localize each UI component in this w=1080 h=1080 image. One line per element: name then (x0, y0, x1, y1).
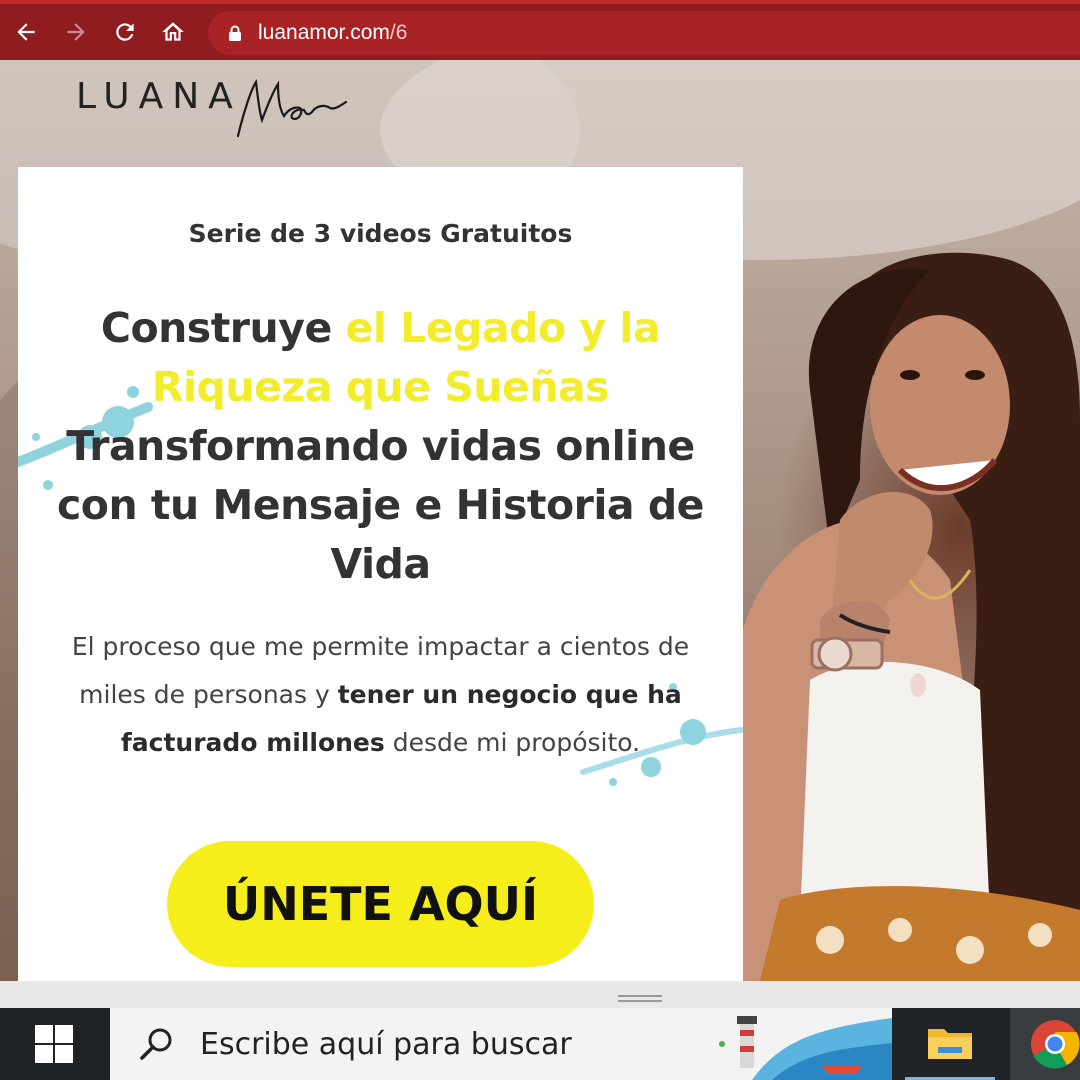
woman-photo (740, 252, 1080, 981)
arrow-left-icon (17, 23, 35, 41)
body-tail: desde mi propósito. (384, 728, 641, 757)
window-resize-strip (0, 981, 1080, 1008)
hero-card: Serie de 3 videos Gratuitos Construye el… (18, 167, 743, 981)
home-icon (162, 22, 184, 41)
url-path: /6 (389, 21, 408, 44)
body-text: El proceso que me permite impactar a cie… (58, 623, 703, 767)
start-button[interactable] (0, 1008, 108, 1080)
forward-button[interactable] (56, 12, 96, 52)
taskbar-chrome[interactable] (1010, 1008, 1080, 1080)
headline: Construye el Legado y la Riqueza que Sue… (38, 299, 723, 594)
site-logo[interactable]: LUANA (76, 70, 354, 140)
join-button[interactable]: ÚNETE AQUÍ (167, 841, 594, 967)
lock-icon (229, 25, 241, 41)
taskbar: Escribe aquí para buscar (0, 1008, 1080, 1080)
home-button[interactable] (153, 12, 193, 52)
file-explorer-icon (928, 1028, 972, 1059)
search-placeholder: Escribe aquí para buscar (200, 1026, 572, 1062)
landing-page: LUANA Serie de 3 videos Gratuitos Constr… (0, 60, 1080, 981)
taskbar-search-box[interactable]: Escribe aquí para buscar (110, 1008, 712, 1080)
search-highlight-illustration[interactable] (712, 1008, 892, 1080)
search-icon (140, 1028, 172, 1060)
windows-logo-icon (35, 1025, 73, 1063)
taskbar-file-explorer[interactable] (905, 1008, 995, 1080)
arrow-right-icon (67, 23, 85, 41)
series-kicker: Serie de 3 videos Gratuitos (188, 219, 573, 248)
back-button[interactable] (6, 12, 46, 52)
reload-button[interactable] (105, 12, 145, 52)
resize-grip-icon[interactable] (618, 995, 662, 1003)
url-host: luanamor.com (258, 21, 390, 44)
headline-lead: Construye (100, 304, 346, 352)
reload-icon (116, 23, 134, 41)
browser-toolbar: luanamor.com/6 (0, 0, 1080, 60)
headline-rest: Transformando vidas online con tu Mensaj… (57, 422, 705, 588)
logo-text: LUANA (76, 76, 242, 117)
chrome-icon (1031, 1020, 1080, 1069)
logo-script (236, 78, 347, 138)
address-bar[interactable]: luanamor.com/6 (208, 11, 1080, 55)
